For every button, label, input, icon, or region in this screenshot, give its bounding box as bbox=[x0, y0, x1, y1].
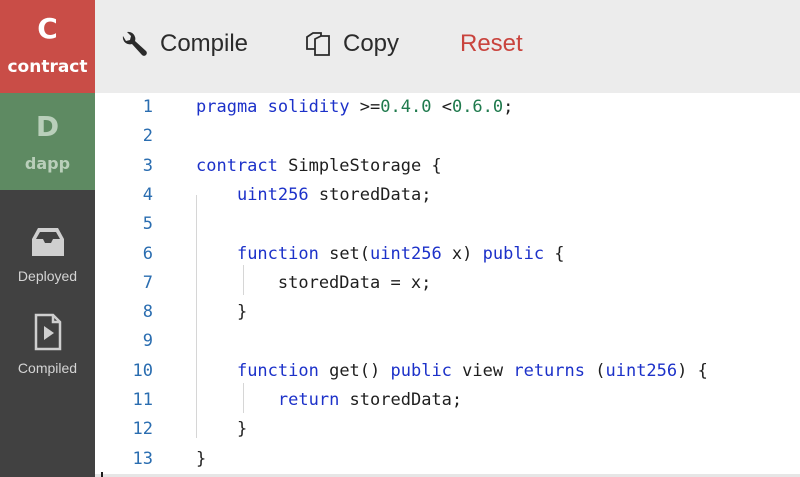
line-number: 12 bbox=[132, 419, 153, 439]
reset-button[interactable]: Reset bbox=[460, 27, 523, 61]
code-line[interactable]: pragma solidity >=0.4.0 <0.6.0; bbox=[196, 93, 513, 122]
line-number: 6 bbox=[142, 244, 153, 264]
inbox-tray-icon bbox=[28, 225, 68, 264]
code-token: } bbox=[196, 302, 248, 322]
copy-icon bbox=[306, 32, 330, 56]
keyword-token: function bbox=[236, 361, 319, 381]
keyword-token: contract bbox=[196, 156, 278, 176]
code-editor[interactable]: 1 2 3 4 5 6 7 8 9 10 11 12 13 pragma solidity >=0.4.… bbox=[95, 93, 800, 477]
code-token: x) bbox=[441, 244, 483, 264]
copy-label: Copy bbox=[343, 30, 400, 57]
code-line[interactable]: } bbox=[196, 298, 247, 327]
sidebar-item-label: dapp bbox=[24, 154, 71, 173]
code-line[interactable]: function set(uint256 x) public { bbox=[196, 240, 565, 269]
line-number: 9 bbox=[142, 331, 153, 351]
code-line[interactable]: uint256 storedData; bbox=[196, 181, 431, 210]
code-token: storedData; bbox=[339, 390, 463, 410]
play-file-icon bbox=[33, 313, 63, 356]
line-number: 3 bbox=[142, 156, 153, 176]
app-window: C contract D dapp Deployed Compiled Comp… bbox=[0, 0, 800, 477]
contract-letter: C bbox=[37, 12, 58, 45]
compile-label: Compile bbox=[160, 30, 249, 57]
code-token: ( bbox=[585, 361, 606, 381]
code-line[interactable]: } bbox=[196, 415, 247, 444]
code-token: storedData = x; bbox=[196, 273, 432, 293]
code-token: } bbox=[196, 449, 207, 469]
compile-button[interactable]: Compile bbox=[120, 27, 248, 61]
toolbar: Compile Copy Reset bbox=[95, 0, 800, 93]
code-line[interactable]: contract SimpleStorage { bbox=[196, 152, 442, 181]
line-number: 5 bbox=[142, 214, 153, 234]
number-token: 0.6.0 bbox=[451, 97, 504, 117]
line-number: 13 bbox=[132, 449, 153, 469]
code-token: view bbox=[451, 361, 514, 381]
keyword-token: return bbox=[277, 390, 340, 410]
keyword-token: uint256 bbox=[605, 361, 678, 381]
line-number: 11 bbox=[132, 390, 153, 410]
number-token: 0.4.0 bbox=[380, 97, 432, 117]
code-token: set( bbox=[318, 244, 371, 264]
keyword-token: uint256 bbox=[370, 244, 442, 264]
code-line[interactable]: function get() public view returns (uint… bbox=[196, 357, 708, 386]
keyword-token: function bbox=[236, 244, 319, 264]
sidebar: C contract D dapp Deployed Compiled bbox=[0, 0, 95, 477]
line-number: 8 bbox=[142, 302, 153, 322]
code-token: SimpleStorage { bbox=[277, 156, 442, 176]
keyword-token: solidity bbox=[267, 97, 350, 117]
keyword-token: public bbox=[482, 244, 545, 264]
sidebar-item-compiled[interactable]: Compiled bbox=[0, 313, 95, 376]
keyword-token: pragma bbox=[196, 97, 258, 117]
code-line[interactable]: } bbox=[196, 445, 206, 474]
code-token: < bbox=[431, 97, 452, 117]
code-token: get() bbox=[318, 361, 391, 381]
indent-guide bbox=[243, 383, 244, 413]
code-token: >= bbox=[349, 97, 381, 117]
dapp-letter: D bbox=[35, 110, 60, 143]
wrench-icon bbox=[122, 31, 147, 56]
indent-guide bbox=[196, 195, 197, 438]
sidebar-item-contract[interactable]: C contract bbox=[0, 0, 95, 93]
sidebar-item-label: Deployed bbox=[17, 268, 78, 284]
sidebar-item-dapp[interactable]: D dapp bbox=[0, 93, 95, 190]
line-number: 4 bbox=[142, 185, 153, 205]
sidebar-item-label: Compiled bbox=[17, 360, 78, 376]
code-token: storedData; bbox=[308, 185, 432, 205]
line-number: 7 bbox=[142, 273, 153, 293]
code-token: ; bbox=[503, 97, 514, 117]
line-number-gutter: 1 2 3 4 5 6 7 8 9 10 11 12 13 bbox=[95, 93, 155, 477]
sidebar-item-deployed[interactable]: Deployed bbox=[0, 225, 95, 284]
text-cursor bbox=[101, 472, 103, 477]
sidebar-item-label: contract bbox=[7, 57, 88, 77]
code-token: { bbox=[544, 244, 565, 264]
keyword-token: public bbox=[390, 361, 452, 381]
code-token: } bbox=[196, 419, 248, 439]
line-number: 10 bbox=[132, 361, 153, 381]
line-number: 2 bbox=[142, 126, 153, 146]
keyword-token: uint256 bbox=[236, 185, 309, 205]
code-token: ) { bbox=[677, 361, 708, 381]
code-line[interactable]: return storedData; bbox=[196, 386, 462, 415]
keyword-token: returns bbox=[513, 361, 585, 381]
line-number: 1 bbox=[142, 97, 153, 117]
copy-button[interactable]: Copy bbox=[305, 27, 399, 61]
code-line[interactable]: storedData = x; bbox=[196, 269, 432, 298]
indent-guide bbox=[243, 265, 244, 295]
